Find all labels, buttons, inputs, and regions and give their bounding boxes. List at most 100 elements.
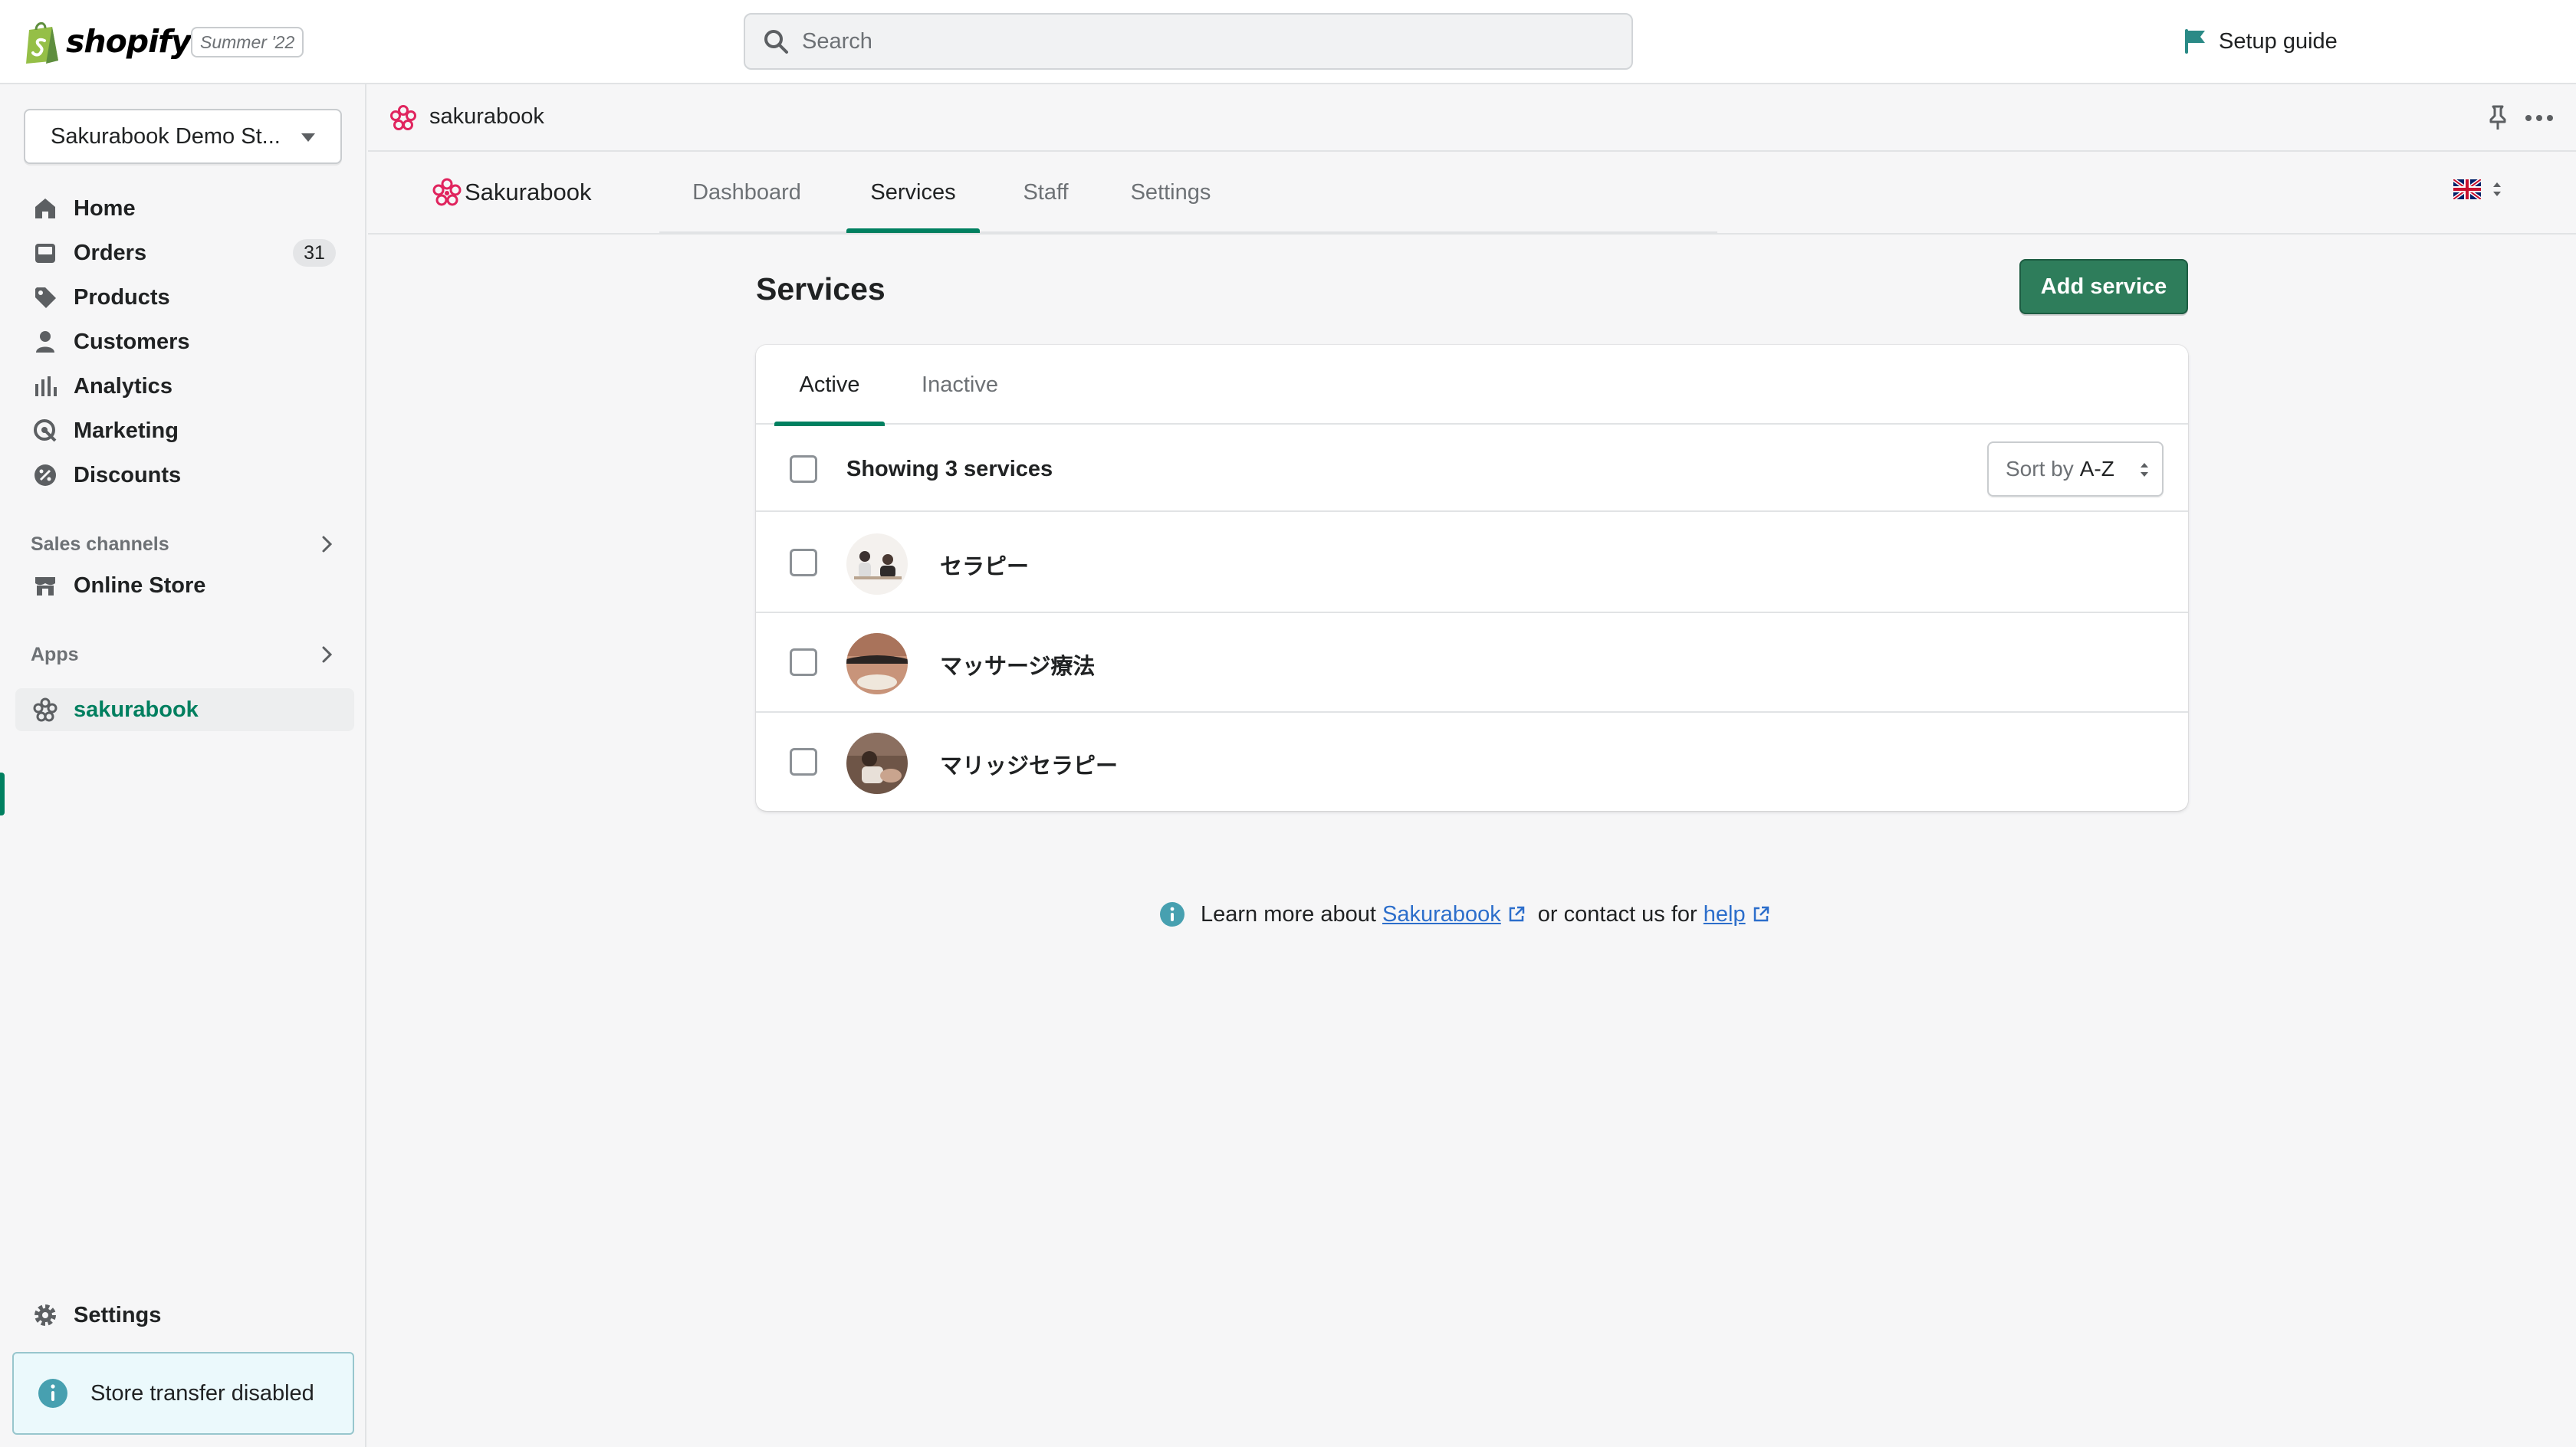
sidebar-item-online-store[interactable]: Online Store <box>15 564 354 607</box>
edition-badge[interactable]: Summer '22 <box>191 27 304 57</box>
sidebar-item-orders[interactable]: Orders 31 <box>15 231 354 274</box>
service-name: セラピー <box>940 555 1030 579</box>
add-service-button[interactable]: Add service <box>2019 259 2188 314</box>
sidebar-item-label: Home <box>74 195 136 221</box>
app-title-bar: sakurabook <box>368 84 2576 152</box>
gear-icon <box>34 1304 56 1326</box>
row-checkbox[interactable] <box>790 648 817 676</box>
sales-channels-heading[interactable]: Sales channels <box>31 529 337 559</box>
row-checkbox[interactable] <box>790 748 817 776</box>
shopify-logo[interactable]: shopify <box>23 17 192 66</box>
sakura-icon <box>33 697 58 722</box>
sort-label: Sort by <box>2006 457 2074 481</box>
list-header: Showing 3 services Sort by A-Z <box>756 426 2188 512</box>
sidebar-item-home[interactable]: Home <box>15 187 354 230</box>
active-indicator <box>0 773 5 815</box>
sales-channels-label: Sales channels <box>31 533 169 555</box>
brand-label: Sakurabook <box>465 179 592 205</box>
tab-label: Active <box>799 372 860 397</box>
search-icon <box>764 30 788 54</box>
tab-services[interactable]: Services <box>846 152 980 233</box>
setup-guide-label: Setup guide <box>2219 28 2338 54</box>
marriage-therapy-image <box>846 733 908 794</box>
service-name: マリッジセラピー <box>940 754 1119 779</box>
sidebar: Sakurabook Demo St... Home Orders 31 Pro… <box>0 84 366 1447</box>
sidebar-item-discounts[interactable]: Discounts <box>15 454 354 497</box>
setup-guide-button[interactable]: Setup guide <box>2182 25 2338 58</box>
apps-heading[interactable]: Apps <box>31 639 337 670</box>
app-nav: Sakurabook Dashboard Services Staff Sett… <box>368 152 2576 235</box>
sidebar-item-analytics[interactable]: Analytics <box>15 365 354 408</box>
info-icon <box>38 1379 67 1408</box>
home-icon <box>35 199 55 218</box>
language-selector[interactable] <box>2453 179 2502 199</box>
tab-dashboard[interactable]: Dashboard <box>690 152 803 233</box>
tab-label: Dashboard <box>692 179 801 205</box>
pin-icon[interactable] <box>2486 104 2510 132</box>
service-thumbnail <box>846 733 908 794</box>
tab-settings[interactable]: Settings <box>1121 152 1221 233</box>
shopify-bag-icon <box>26 22 58 64</box>
caret-down-icon <box>301 133 315 142</box>
more-horizontal-icon[interactable] <box>2524 107 2555 129</box>
service-thumbnail <box>846 633 908 694</box>
sidebar-item-products[interactable]: Products <box>15 276 354 319</box>
sidebar-item-sakurabook[interactable]: sakurabook <box>15 688 354 731</box>
sidebar-item-label: Settings <box>74 1302 162 1327</box>
select-all-checkbox[interactable] <box>790 455 817 483</box>
sakura-logo-icon <box>432 178 462 206</box>
sidebar-item-label: Orders <box>74 240 147 265</box>
massage-image <box>846 633 908 694</box>
help-middle: or contact us for <box>1537 901 1697 927</box>
sort-value: A-Z <box>2079 457 2114 481</box>
page-title: Services <box>756 271 886 307</box>
tab-active[interactable]: Active <box>774 345 885 426</box>
service-row[interactable]: マリッジセラピー <box>756 713 2188 811</box>
sakura-icon <box>390 105 416 130</box>
store-transfer-text: Store transfer disabled <box>90 1380 314 1406</box>
sakurabook-brand[interactable]: Sakurabook <box>432 178 591 207</box>
status-tabs: Active Inactive <box>756 345 2188 426</box>
tab-inactive[interactable]: Inactive <box>906 345 1014 425</box>
service-name: マッサージ療法 <box>940 655 1096 679</box>
store-selector[interactable]: Sakurabook Demo St... <box>24 109 342 164</box>
help-link[interactable]: help <box>1704 902 1746 927</box>
sort-select[interactable]: Sort by A-Z <box>1987 441 2164 497</box>
services-card: Active Inactive Showing 3 services Sort … <box>756 345 2188 811</box>
service-row[interactable]: セラピー <box>756 514 2188 613</box>
shopify-wordmark: shopify <box>66 23 192 60</box>
flag-icon <box>2185 29 2205 54</box>
sidebar-item-label: Analytics <box>74 373 172 399</box>
sidebar-item-settings[interactable]: Settings <box>15 1294 354 1337</box>
external-link-icon[interactable] <box>1507 905 1526 924</box>
sidebar-item-label: Discounts <box>74 462 182 487</box>
sakurabook-link[interactable]: Sakurabook <box>1382 902 1501 927</box>
search-input[interactable] <box>802 28 1569 54</box>
sidebar-item-label: sakurabook <box>74 697 199 722</box>
sidebar-item-label: Customers <box>74 329 190 354</box>
info-icon <box>1160 902 1184 927</box>
tab-label: Staff <box>1023 179 1069 205</box>
target-icon <box>34 419 57 442</box>
tab-label: Settings <box>1130 179 1211 205</box>
service-row[interactable]: マッサージ療法 <box>756 613 2188 713</box>
chevron-right-icon <box>322 646 333 663</box>
orders-icon <box>35 244 55 263</box>
search-bar[interactable] <box>744 13 1633 70</box>
sidebar-item-marketing[interactable]: Marketing <box>15 409 354 452</box>
row-checkbox[interactable] <box>790 549 817 576</box>
tab-staff[interactable]: Staff <box>1015 152 1076 233</box>
sidebar-item-customers[interactable]: Customers <box>15 320 354 363</box>
service-thumbnail <box>846 533 908 595</box>
person-icon <box>36 331 54 353</box>
top-bar: shopify Summer '22 Setup guide <box>0 0 2576 84</box>
chevron-right-icon <box>322 536 333 553</box>
external-link-icon[interactable] <box>1752 905 1770 924</box>
store-name: Sakurabook Demo St... <box>51 123 281 149</box>
select-arrows-icon <box>2493 182 2501 196</box>
therapy-image <box>846 533 908 595</box>
tab-label: Inactive <box>922 372 998 397</box>
tag-icon <box>35 287 56 308</box>
help-footer: Learn more about Sakurabook or contact u… <box>1159 897 1783 932</box>
uk-flag-icon <box>2453 179 2481 199</box>
